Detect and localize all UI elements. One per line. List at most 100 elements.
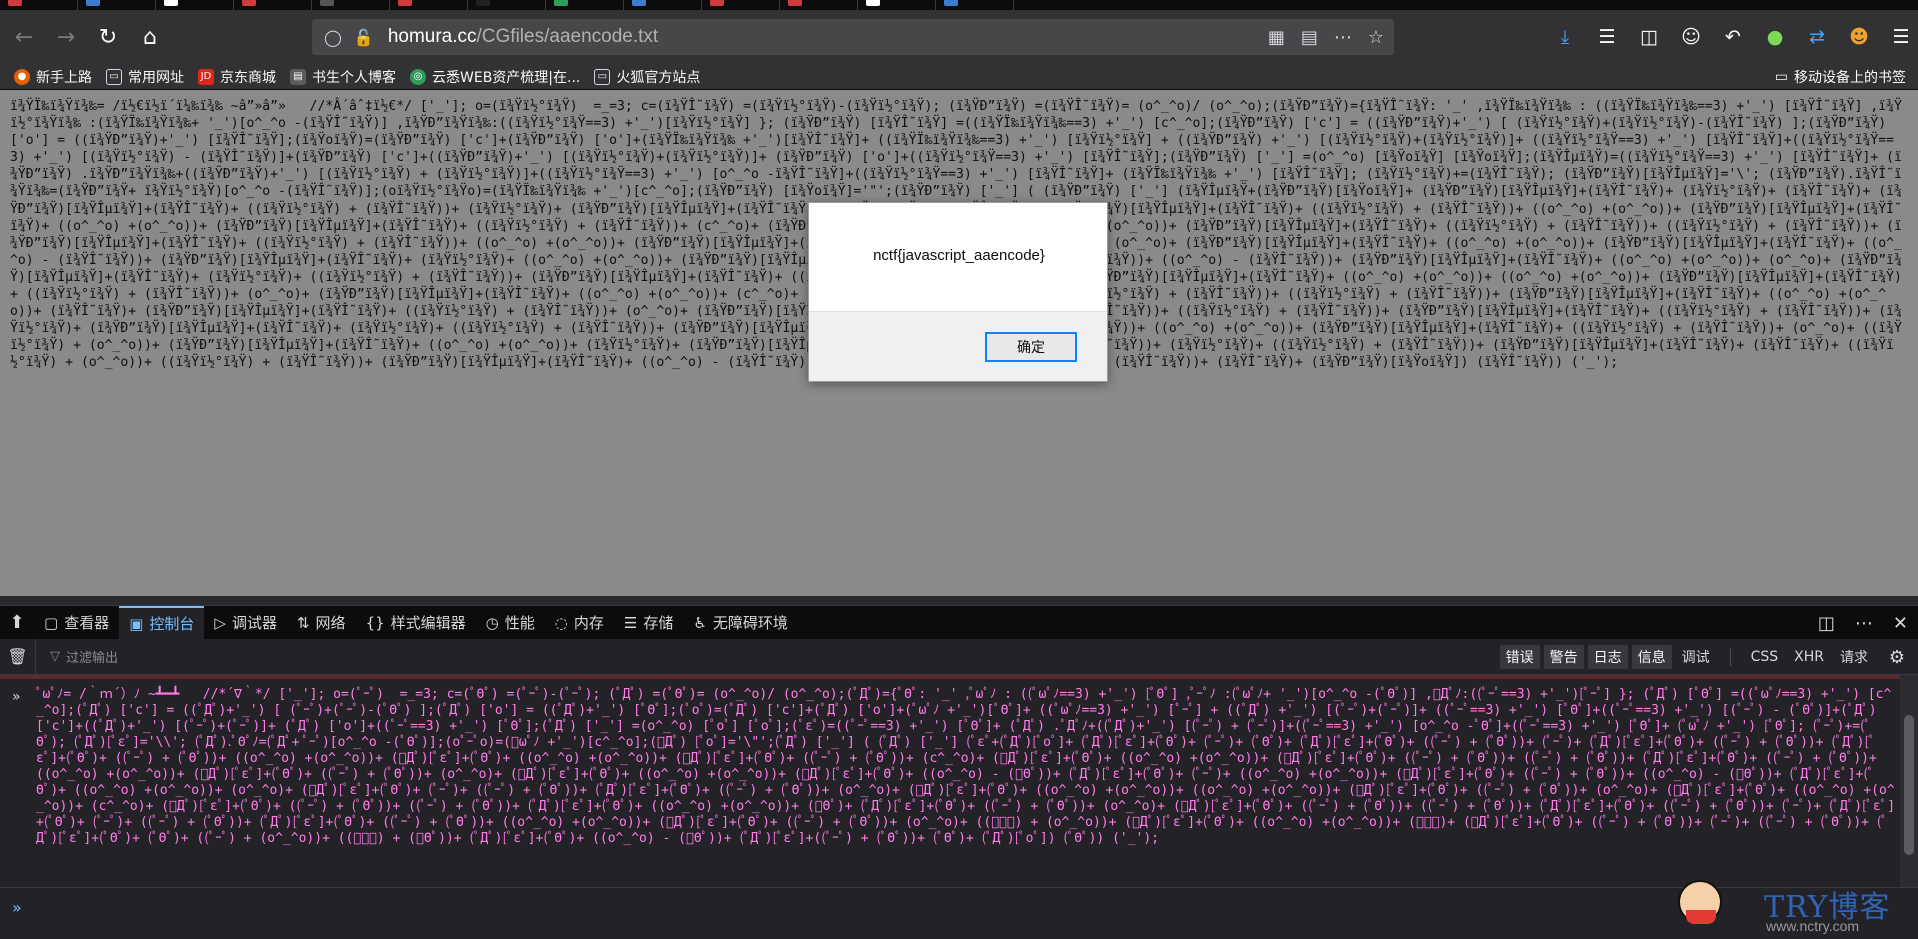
bookmark-item[interactable]: JD 京东商城 — [198, 67, 276, 87]
bookmark-star-icon[interactable]: ☆ — [1368, 27, 1384, 48]
library-icon[interactable]: ☰ — [1590, 20, 1624, 54]
more-actions-icon[interactable]: ⋯ — [1334, 27, 1352, 48]
bookmark-item[interactable]: ◎ 云悉WEB资产梳理|在... — [410, 67, 580, 87]
download-icon[interactable]: ⤓ — [1548, 20, 1582, 54]
clear-console-icon[interactable]: 🗑 — [0, 638, 36, 675]
console-input[interactable] — [36, 894, 1636, 922]
extension-green-icon[interactable]: ● — [1758, 20, 1792, 54]
insecure-lock-icon[interactable]: 🔓 — [354, 28, 374, 47]
level-debug[interactable]: 调试 — [1676, 645, 1716, 669]
alert-dialog: nctf{javascript_aaencode} 确定 — [808, 202, 1108, 382]
divider — [1729, 648, 1731, 666]
tab[interactable] — [156, 0, 234, 10]
element-picker-icon[interactable]: ⬆ — [0, 606, 34, 640]
folder-icon: ▭ — [106, 68, 122, 85]
bookmark-label: 书生个人博客 — [312, 69, 396, 86]
tab-label: 网络 — [315, 614, 346, 632]
tab-storage[interactable]: ☰ 存储 — [614, 606, 683, 640]
reader-view-icon[interactable]: ▤ — [1301, 27, 1318, 48]
url-domain: homura.cc — [387, 26, 477, 47]
ok-button[interactable]: 确定 — [985, 332, 1077, 362]
tab-label: 存储 — [643, 614, 674, 632]
tab-performance[interactable]: ◷ 性能 — [476, 606, 545, 640]
tab-label: 内存 — [573, 614, 604, 632]
mobile-bookmarks-label: 移动设备上的书签 — [1794, 70, 1906, 86]
level-info[interactable]: 信息 — [1631, 645, 1672, 669]
tab-debugger[interactable]: ▷ 调试器 — [204, 606, 287, 640]
reload-icon[interactable]: ↻ — [90, 19, 126, 55]
bookmark-folder[interactable]: ▭ 火狐官方站点 — [594, 67, 700, 87]
tab-style-editor[interactable]: {} 样式编辑器 — [356, 606, 476, 640]
watermark: TRY博客 www.nctry.com — [1670, 878, 1910, 938]
scrollbar-thumb[interactable] — [1904, 715, 1914, 855]
home-icon[interactable]: ⌂ — [132, 19, 168, 55]
tab[interactable] — [390, 0, 468, 10]
gear-icon[interactable]: ⚙ — [1882, 639, 1912, 675]
network-icon: ⇅ — [296, 613, 310, 632]
console-output: » ﾟωﾟﾉ= /｀ｍ´）ﾉ ~┻━┻ //*´∇｀*/ ['_']; o=(ﾟ… — [0, 675, 1918, 887]
dock-side-icon[interactable]: ◫ — [1818, 613, 1835, 634]
inspector-icon: ▢ — [44, 613, 59, 632]
tab-inspector[interactable]: ▢ 查看器 — [34, 606, 119, 640]
level-logs[interactable]: 日志 — [1587, 645, 1628, 669]
filter-xhr[interactable]: XHR — [1788, 647, 1830, 667]
bookmark-item[interactable]: ● 新手上路 — [14, 67, 92, 87]
shield-icon[interactable]: ◯ — [324, 28, 342, 47]
tab[interactable] — [0, 0, 78, 10]
tab-memory[interactable]: ◌ 内存 — [545, 606, 614, 640]
filter-requests[interactable]: 请求 — [1834, 645, 1874, 669]
forward-icon[interactable]: → — [48, 19, 84, 55]
filter-output-input[interactable]: ▽ 过滤输出 — [50, 647, 118, 666]
tab-network[interactable]: ⇅ 网络 — [287, 606, 356, 640]
tab[interactable] — [312, 0, 390, 10]
back-icon[interactable]: ← — [6, 19, 42, 55]
bookmark-label: 新手上路 — [36, 69, 92, 86]
tab-label: 控制台 — [149, 615, 195, 633]
filter-icon: ▽ — [50, 649, 60, 664]
yunxi-icon: ◎ — [410, 68, 426, 85]
performance-icon: ◷ — [485, 613, 499, 632]
undo-icon[interactable]: ↶ — [1716, 20, 1750, 54]
tab[interactable] — [546, 0, 624, 10]
bookmark-label: 火狐官方站点 — [616, 69, 701, 86]
address-bar[interactable]: ◯ 🔓 homura.cc/CGfiles/aaencode.txt ▦ ▤ ⋯… — [312, 19, 1394, 55]
url-text[interactable]: homura.cc/CGfiles/aaencode.txt — [388, 26, 658, 48]
filter-css[interactable]: CSS — [1745, 647, 1785, 667]
mobile-bookmarks[interactable]: ▭ 移动设备上的书签 — [1775, 64, 1906, 90]
tab[interactable] — [702, 0, 780, 10]
tab-accessibility[interactable]: ♿ 无障碍环境 — [683, 606, 797, 640]
tab-strip[interactable] — [0, 0, 1918, 10]
tab[interactable] — [234, 0, 312, 10]
account-icon[interactable]: ☺ — [1674, 20, 1708, 54]
tab-console[interactable]: ▣ 控制台 — [119, 605, 205, 640]
accessibility-icon: ♿ — [693, 613, 707, 632]
tab-label: 无障碍环境 — [712, 614, 788, 632]
style-editor-icon: {} — [365, 613, 385, 632]
tab[interactable] — [936, 0, 1014, 10]
mascot-logo-icon — [1678, 880, 1722, 924]
browser-window: ← → ↻ ⌂ ◯ 🔓 homura.cc/CGfiles/aaencode.t… — [0, 0, 1918, 939]
devtools-options-icon[interactable]: ⋯ — [1855, 613, 1873, 634]
debugger-icon: ▷ — [214, 613, 226, 632]
extension-face-icon[interactable]: ☻ — [1842, 20, 1876, 54]
tab[interactable] — [780, 0, 858, 10]
bookmark-folder[interactable]: ▭ 常用网址 — [106, 67, 184, 87]
menu-icon[interactable]: ☰ — [1884, 20, 1918, 54]
qr-code-icon[interactable]: ▦ — [1268, 27, 1285, 48]
tab[interactable] — [858, 0, 936, 10]
devtools-toolbar: ⬆ ▢ 查看器 ▣ 控制台 ▷ 调试器 ⇅ 网络 {} 样式编辑器 ◷ 性能 ◌ 内存 ☰ 存储… — [0, 605, 1918, 640]
tab[interactable] — [624, 0, 702, 10]
bookmark-item[interactable]: ▤ 书生个人博客 — [290, 67, 396, 87]
close-icon[interactable]: ✕ — [1893, 613, 1908, 634]
tab[interactable] — [78, 0, 156, 10]
console-scrollbar[interactable] — [1900, 675, 1918, 887]
folder-icon: ▭ — [594, 68, 611, 85]
sync-icon[interactable]: ⇄ — [1800, 20, 1834, 54]
storage-icon: ☰ — [623, 613, 638, 632]
jd-icon: JD — [198, 68, 214, 85]
tab-label: 样式编辑器 — [390, 614, 466, 632]
level-warnings[interactable]: 警告 — [1543, 645, 1584, 669]
sidebar-icon[interactable]: ◫ — [1632, 20, 1666, 54]
level-errors[interactable]: 错误 — [1499, 645, 1540, 669]
tab[interactable] — [468, 0, 546, 10]
